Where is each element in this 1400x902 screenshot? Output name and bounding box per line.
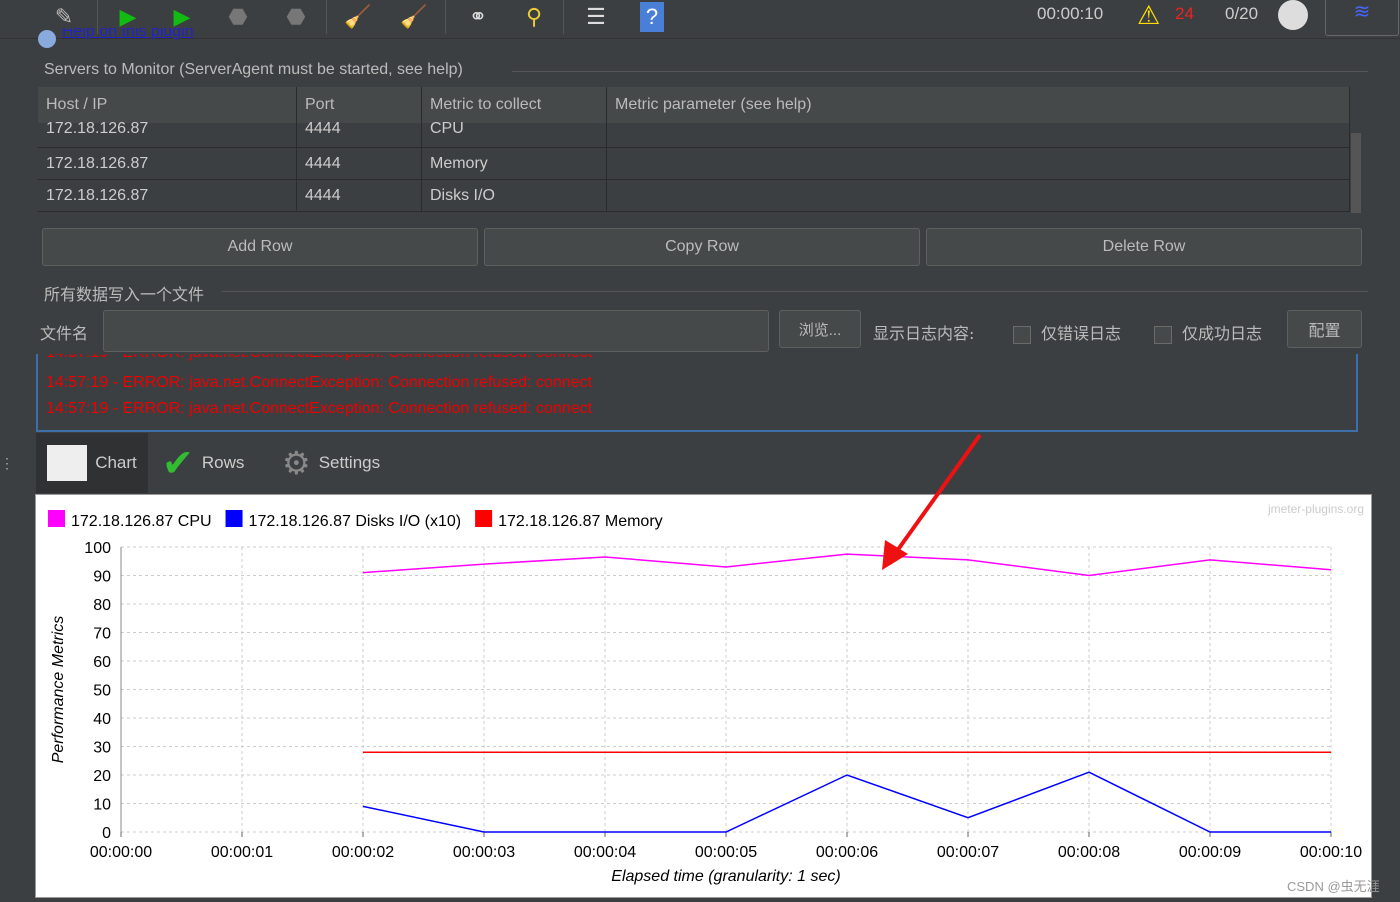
checkmark-icon: ✔ [162,442,194,485]
y-tick-label: 0 [102,825,111,842]
csdn-watermark: CSDN @虫无涯 [1287,879,1380,894]
warning-count: 24 [1175,4,1194,23]
y-tick-label: 30 [93,740,111,757]
col-param[interactable]: Metric parameter (see help) [606,87,1350,123]
legend-swatch [225,510,243,527]
filename-input[interactable] [103,310,769,352]
y-tick-label: 10 [93,797,111,814]
chart-panel: 0 10 20 30 40 50 60 70 80 90 100 00:00:00 00:00:01 00… [35,494,1372,898]
logo-icon[interactable]: ≋ [1325,0,1399,36]
clear-all-icon[interactable]: 🧹 [398,2,430,32]
table-row: 172.18.126.87 4444 CPU [38,121,1350,148]
clear-icon[interactable]: 🧹 [342,2,374,32]
legend-label: 172.18.126.87 CPU [71,513,212,530]
y-axis-label: Performance Metrics [50,616,67,764]
y-tick-label: 60 [93,654,111,671]
x-tick-label: 00:00:07 [937,844,999,861]
y-tick-label: 50 [93,683,111,700]
configure-button[interactable]: 配置 [1287,310,1362,348]
y-tick-label: 70 [93,626,111,643]
col-host[interactable]: Host / IP [38,87,297,123]
thread-count: 0/20 [1225,4,1259,23]
x-tick-label: 00:00:00 [90,844,152,861]
chart-icon [47,445,88,481]
legend-swatch [475,510,493,527]
x-tick-label: 00:00:01 [211,844,273,861]
tab-settings[interactable]: ⚙ Settings [282,433,380,493]
x-tick-label: 00:00:06 [816,844,878,861]
y-tick-label: 90 [93,569,111,586]
table-scrollbar[interactable] [1351,133,1361,213]
help-link[interactable]: Help on this plugin [62,28,194,44]
y-tick-label: 40 [93,711,111,728]
warning-icon[interactable]: ⚠ [1137,0,1160,31]
y-tick-label: 80 [93,597,111,614]
col-port[interactable]: Port [296,87,422,123]
x-tick-label: 00:00:10 [1300,844,1362,861]
y-tick-label: 20 [93,768,111,785]
tab-chart[interactable]: Chart [36,433,148,493]
log-line: 14:57:19 - ERROR: java.net.ConnectExcept… [46,354,592,362]
legend-label: 172.18.126.87 Memory [498,513,663,530]
info-icon [38,30,56,48]
servers-title: Servers to Monitor (ServerAgent must be … [44,61,463,78]
search-icon[interactable]: ⚭ [462,2,494,32]
splitter-handle[interactable]: ⋮ [0,455,14,472]
remote-icon[interactable] [1278,0,1308,30]
toolbar: ✎ ▶ ▶ ⬣ ⬣ 🧹 🧹 ⚭ ⚲ ☰ ? 00:00:10 ⚠ 24 0/20… [0,0,1400,39]
x-tick-label: 00:00:09 [1179,844,1241,861]
x-tick-label: 00:00:04 [574,844,636,861]
gear-icon: ⚙ [282,445,311,481]
reset-search-icon[interactable]: ⚲ [518,2,550,32]
annotation-arrow [882,433,982,570]
x-tick-label: 00:00:02 [332,844,394,861]
x-tick-label: 00:00:05 [695,844,757,861]
tab-rows[interactable]: ✔ Rows [162,433,244,493]
stop-icon[interactable]: ⬣ [222,2,254,32]
success-only-checkbox[interactable]: 仅成功日志 [1154,320,1262,344]
file-title: 所有数据写入一个文件 [44,285,205,304]
help-icon[interactable]: ? [640,2,664,32]
elapsed-time: 00:00:10 [1037,4,1104,23]
shutdown-icon[interactable]: ⬣ [280,2,312,32]
log-display-label: 显示日志内容: [873,324,975,343]
function-helper-icon[interactable]: ☰ [580,2,612,32]
log-area[interactable]: 14:57:19 - ERROR: java.net.ConnectExcept… [36,354,1358,432]
servers-table: Host / IP Port Metric to collect Metric par… [38,87,1365,215]
watermark: jmeter-plugins.org [1267,502,1364,516]
x-axis-label: Elapsed time (granularity: 1 sec) [611,868,840,885]
table-row: 172.18.126.87 4444 Memory [38,147,1350,180]
browse-button[interactable]: 浏览... [779,310,861,348]
delete-row-button[interactable]: Delete Row [926,228,1362,266]
y-tick-label: 100 [84,540,111,557]
performance-chart: 0 10 20 30 40 50 60 70 80 90 100 00:00:00 00:00:01 00… [48,502,1364,885]
filename-label: 文件名 [40,324,89,343]
add-row-button[interactable]: Add Row [42,228,478,266]
log-line: 14:57:19 - ERROR: java.net.ConnectExcept… [46,374,593,391]
errors-only-checkbox[interactable]: 仅错误日志 [1013,320,1121,344]
x-tick-label: 00:00:08 [1058,844,1120,861]
legend-swatch [48,510,65,527]
legend-label: 172.18.126.87 Disks I/O (x10) [249,513,462,530]
table-row: 172.18.126.87 4444 Disks I/O [38,179,1350,212]
col-metric[interactable]: Metric to collect [421,87,607,123]
copy-row-button[interactable]: Copy Row [484,228,920,266]
log-line: 14:57:19 - ERROR: java.net.ConnectExcept… [46,400,593,417]
x-tick-label: 00:00:03 [453,844,515,861]
